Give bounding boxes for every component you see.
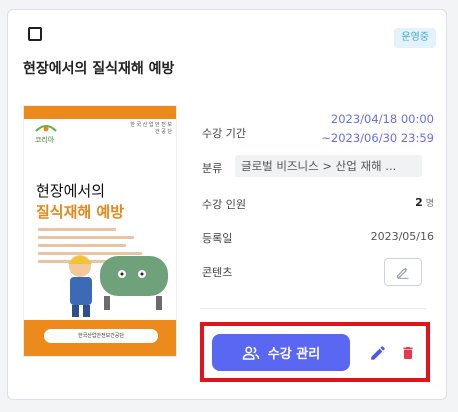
- manage-enrollment-button[interactable]: 수강 관리: [212, 334, 350, 371]
- cover-illustration-icon: [68, 255, 168, 317]
- registered-date: 2023/05/16: [370, 230, 434, 243]
- content-edit-button[interactable]: [384, 258, 422, 286]
- status-badge: 운영중: [394, 28, 436, 48]
- period-label: 수강 기간: [202, 127, 246, 140]
- cover-title-line1: 현장에서의: [36, 182, 106, 200]
- category-label: 분류: [202, 162, 223, 175]
- category-value: 글로벌 비즈니스 > 산업 재해 ...: [235, 155, 422, 177]
- cover-logo-icon: 코리아: [35, 125, 57, 144]
- cover-title-line2: 질식재해 예방: [36, 203, 125, 221]
- period-start: 2023/04/18 00:00: [330, 112, 434, 126]
- period-end: ~2023/06/30 23:59: [321, 131, 434, 145]
- people-icon: [242, 346, 260, 360]
- cover-org-label: 한국산업안전보건공단: [44, 329, 158, 343]
- cover-publisher: 한 국 산 업 안 전 보 건 공 단: [130, 122, 172, 135]
- course-title[interactable]: 현장에서의 질식재해 예방: [23, 58, 174, 78]
- cover-logo-text: 코리아: [35, 135, 55, 144]
- pencil-icon: [397, 267, 409, 279]
- enrollment-unit: 명: [425, 199, 434, 209]
- course-thumbnail[interactable]: 코리아 한 국 산 업 안 전 보 건 공 단 현장에서의 질식재해 예방 한국…: [23, 105, 177, 357]
- registered-label: 등록일: [202, 232, 233, 245]
- manage-enrollment-label: 수강 관리: [267, 347, 321, 362]
- enrollment-value: 2명: [415, 196, 434, 209]
- trash-icon: [403, 347, 413, 359]
- select-checkbox[interactable]: [28, 27, 42, 41]
- delete-button[interactable]: [398, 343, 418, 363]
- content-label: 콘텐츠: [202, 266, 233, 279]
- cover-top-band: [24, 106, 176, 119]
- enrollment-label: 수강 인원: [202, 198, 246, 211]
- enrollment-count: 2: [415, 196, 423, 209]
- edit-button[interactable]: [368, 343, 388, 363]
- pencil-icon: [371, 346, 385, 360]
- actions-divider: [200, 308, 426, 309]
